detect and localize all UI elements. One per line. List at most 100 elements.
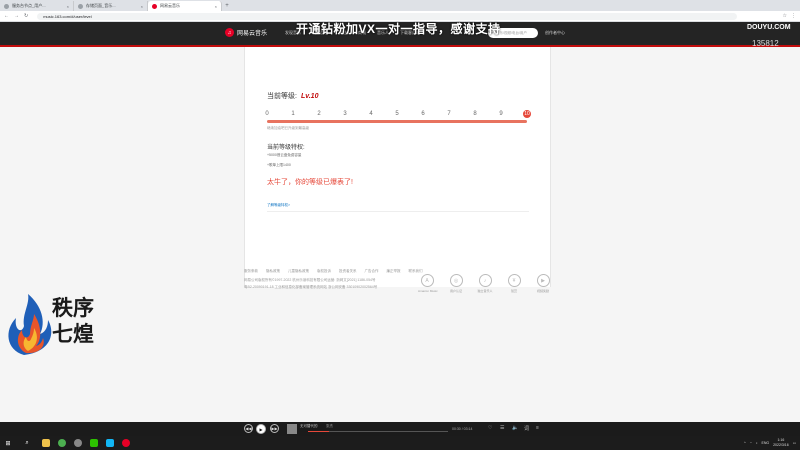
album-cover[interactable]	[287, 424, 297, 434]
footer-license: 粤B2-20090191-18 工业和信息化部备案管理系统网站 浙公网安备 33…	[244, 285, 378, 289]
level-panel: 当前等级: Lv.10 0 1 2 3 4 5 6 7 8 9 10 继续加油吧已升级到最高级 当前等…	[244, 47, 551, 287]
room-id: 135812	[752, 39, 779, 48]
taskbar: ⊞ ⌕	[0, 436, 800, 450]
footer-link[interactable]: 广告合作	[365, 269, 379, 274]
privilege-item: +5000首云盘免费容量	[267, 153, 302, 157]
new-tab-button[interactable]: +	[222, 1, 232, 11]
level-tick: 9	[499, 111, 503, 117]
star-icon[interactable]: ☆	[783, 13, 787, 19]
song-time: 00:30 / 03:14	[452, 427, 473, 431]
footer-badge[interactable]: ¥ 赞赏	[505, 274, 523, 293]
taskbar-app-obs[interactable]	[72, 438, 85, 449]
network-icon[interactable]: ◔	[750, 441, 752, 445]
song-title[interactable]: 无可替代的	[300, 424, 318, 429]
play-icon[interactable]: ▶	[256, 424, 266, 434]
amazon-icon: A	[420, 274, 434, 287]
tab-close-icon[interactable]: ×	[141, 4, 143, 9]
netease-logo-icon: ♫	[225, 28, 234, 37]
privileges-title: 当前等级特权:	[267, 145, 305, 151]
creator-center-link[interactable]: 创作者中心	[545, 30, 565, 36]
tab-favicon-icon	[152, 3, 157, 9]
system-clock[interactable]: 1:16 2022/3/16	[773, 438, 789, 448]
address-bar[interactable]: music.163.com/#/user/level	[37, 12, 738, 20]
taskbar-search-icon[interactable]: ⌕	[16, 436, 38, 450]
level-bar-note: 继续加油吧已升级到最高级	[267, 126, 309, 130]
footer-link[interactable]: 版权投诉	[317, 269, 331, 274]
footer-badge[interactable]: ▶ 视频奖励	[534, 274, 552, 293]
level-tick: 2	[317, 111, 321, 117]
song-artist[interactable]: 张杰	[326, 424, 333, 429]
notification-icon[interactable]: ▭	[793, 441, 796, 445]
web-page: ♫ 网易云音乐 发现音乐 我的音乐 关注 商城 音乐人 下载客户端 ⌕ 音乐/视…	[0, 22, 800, 422]
tab-close-icon[interactable]: ×	[215, 4, 217, 9]
back-icon[interactable]: ←	[4, 13, 9, 19]
level-tick: 7	[447, 111, 451, 117]
system-tray: ^ ◔ ♪ ENG 1:16 2022/3/16 ▭	[744, 436, 796, 450]
current-level-value: Lv.10	[300, 93, 319, 100]
streamer-name: 秩序七煌	[52, 295, 94, 346]
like-icon[interactable]: ♡	[488, 425, 492, 431]
footer-badge[interactable]: ◎ 用户认证	[447, 274, 465, 293]
current-level-label: 当前等级:	[267, 93, 297, 100]
level-ticks: 0 1 2 3 4 5 6 7 8 9 10	[265, 110, 531, 119]
level-privileges-link[interactable]: 了解等级特权>	[267, 203, 290, 208]
queue-icon[interactable]: ≡	[536, 425, 539, 431]
previous-icon[interactable]: ◀◀	[244, 424, 253, 433]
song-progress-track[interactable]	[308, 431, 448, 432]
level-tick: 0	[265, 111, 269, 117]
level-maxed-message: 太牛了，你的等级已爆表了!	[267, 179, 353, 186]
windows-start-icon[interactable]: ⊞	[0, 436, 16, 450]
footer-badge[interactable]: ♪ 独立音乐人	[476, 274, 494, 293]
footer-link[interactable]: 服务条款	[244, 269, 258, 274]
playlist-icon[interactable]: ☰	[500, 425, 504, 431]
footer-badges: A Amazon Music ◎ 用户认证 ♪ 独立音乐人 ¥ 赞赏 ▶ 视频奖励	[418, 274, 552, 293]
level-tick-current: 10	[523, 110, 531, 118]
browser-tabstrip: 服务台节点_用户... × 存储页面_音乐... × 网易云音乐 × +	[0, 0, 800, 11]
platform-watermark: DOUYU.COM	[747, 24, 791, 31]
taskbar-app-qq[interactable]	[104, 438, 117, 449]
footer-link[interactable]: 投资者关系	[339, 269, 357, 274]
forward-icon[interactable]: →	[14, 13, 19, 19]
footer-link[interactable]: 儿童隐私政策	[288, 269, 309, 274]
taskbar-app-chrome[interactable]	[56, 438, 69, 449]
taskbar-app-file-explorer[interactable]	[40, 438, 53, 449]
browser-tab-2[interactable]: 存储页面_音乐... ×	[74, 1, 148, 11]
level-tick: 1	[291, 111, 295, 117]
speaker-icon[interactable]: ♪	[756, 441, 758, 445]
tray-up-arrow-icon[interactable]: ^	[744, 441, 746, 445]
input-language[interactable]: ENG	[762, 441, 770, 445]
stream-banner: 开通钻粉加VX一对一指导，感谢支持	[296, 22, 501, 36]
browser-tab-3[interactable]: 网易云音乐 ×	[148, 1, 222, 11]
level-tick: 6	[421, 111, 425, 117]
taskbar-app-wechat[interactable]	[88, 438, 101, 449]
lyrics-icon[interactable]: 词	[524, 425, 529, 432]
footer-links: 服务条款 隐私政策 儿童隐私政策 版权投诉 投资者关系 广告合作 廉正举报 联系…	[244, 269, 423, 274]
tab-title: 服务台节点_用户...	[12, 3, 46, 8]
privilege-item: +歌单上限1400	[267, 163, 291, 167]
next-icon[interactable]: ▶▶	[270, 424, 279, 433]
reload-icon[interactable]: ↻	[24, 13, 28, 19]
song-progress-fill	[308, 431, 329, 432]
video-icon: ▶	[536, 274, 550, 287]
music-player-bar: ◀◀ ▶ ▶▶ 无可替代的 张杰 00:30 / 03:14 ♡ ☰ 🔈 词 ≡	[0, 422, 800, 436]
site-logo[interactable]: ♫ 网易云音乐	[225, 28, 267, 37]
musician-icon: ♪	[478, 274, 492, 287]
taskbar-app-netease-music[interactable]	[120, 438, 133, 449]
footer-badge[interactable]: A Amazon Music	[418, 274, 438, 293]
footer-link[interactable]: 隐私政策	[266, 269, 280, 274]
footer-link[interactable]: 廉正举报	[387, 269, 401, 274]
tab-close-icon[interactable]: ×	[67, 4, 69, 9]
divider	[267, 211, 529, 212]
footer-copyright: 网易公司版权所有©1997-2022 杭州乐读科技有限公司运营: 浙网文[202…	[244, 278, 376, 282]
tab-title: 网易云音乐	[160, 3, 180, 8]
level-tick: 3	[343, 111, 347, 117]
reward-icon: ¥	[507, 274, 521, 287]
current-level: 当前等级: Lv.10	[267, 91, 318, 101]
volume-icon[interactable]: 🔈	[512, 425, 518, 431]
level-tick: 4	[369, 111, 373, 117]
browser-tab-1[interactable]: 服务台节点_用户... ×	[0, 1, 74, 11]
menu-icon[interactable]: ⋮	[791, 13, 796, 19]
level-progress-bar	[267, 120, 527, 123]
level-tick: 8	[473, 111, 477, 117]
tab-title: 存储页面_音乐...	[86, 3, 116, 8]
